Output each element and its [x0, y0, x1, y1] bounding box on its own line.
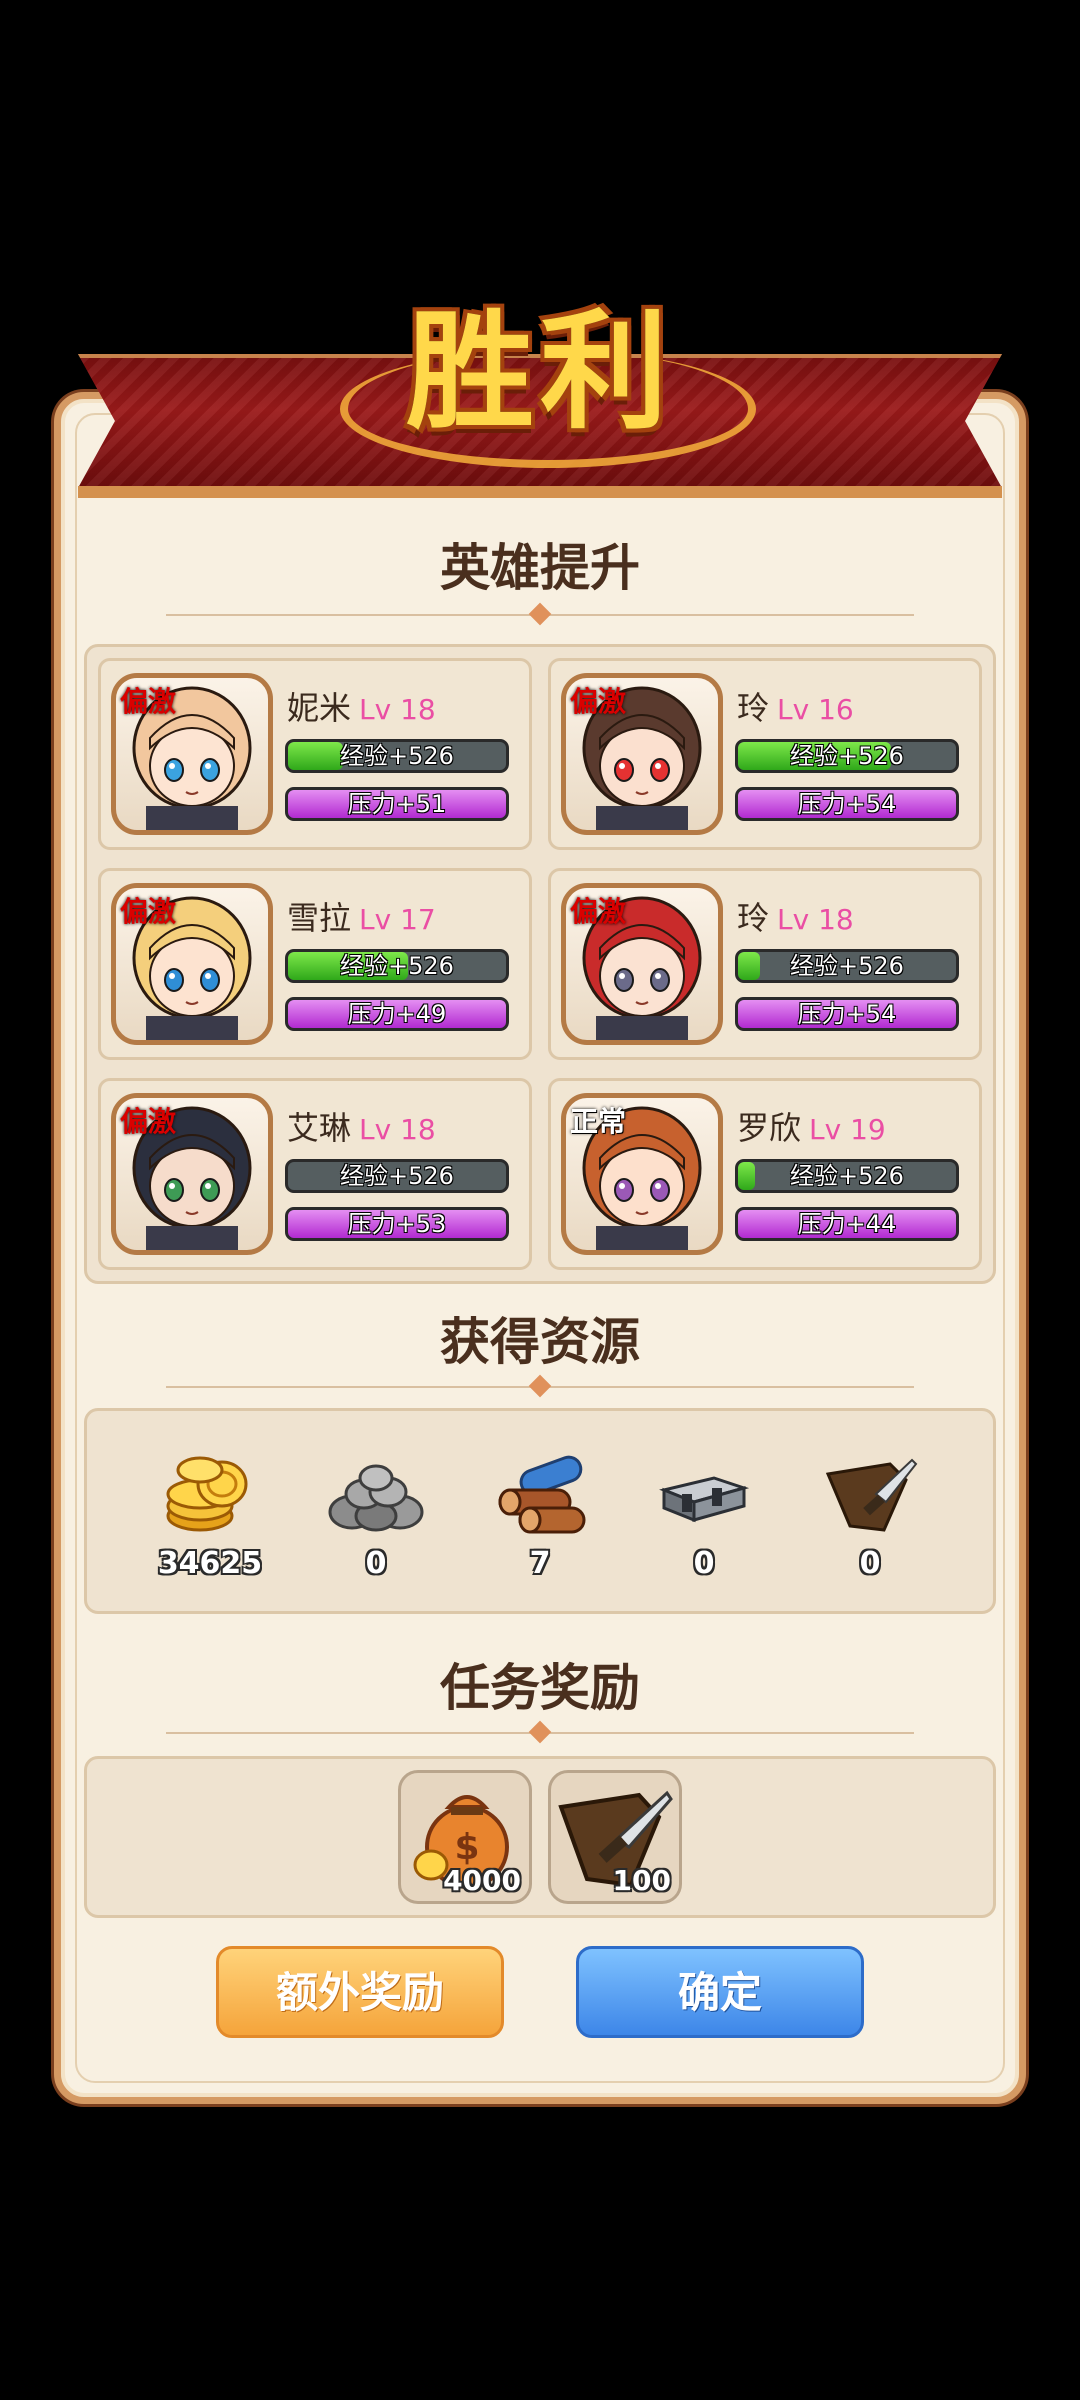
hero-name: 妮米: [287, 689, 352, 727]
quest-reward-money[interactable]: $ 4000: [398, 1770, 532, 1904]
hero-portrait: 正常: [561, 1093, 723, 1255]
hero-name-line: 玲 Lv 18: [737, 893, 854, 939]
pressure-text: 压力+54: [797, 1000, 897, 1028]
exp-text: 经验+526: [340, 1162, 454, 1190]
section-title-heroes: 英雄提升: [440, 539, 640, 597]
hero-level: Lv 18: [359, 1113, 436, 1146]
temperament-tag: 偏激: [120, 685, 177, 718]
hero-level: Lv 16: [777, 693, 854, 726]
pressure-text: 压力+49: [347, 1000, 447, 1028]
exp-text: 经验+526: [790, 1162, 904, 1190]
resource-gold: 34625: [140, 1450, 280, 1581]
exp-bar: 经验+526: [735, 739, 959, 773]
pressure-text: 压力+53: [347, 1210, 447, 1238]
resource-wood: 7: [470, 1450, 610, 1581]
pressure-text: 压力+44: [797, 1210, 897, 1238]
pressure-bar: 压力+54: [735, 787, 959, 821]
hero-level: Lv 18: [359, 693, 436, 726]
confirm-button[interactable]: 确定: [576, 1946, 864, 2038]
resource-stone: 0: [306, 1450, 446, 1581]
exp-text: 经验+526: [340, 742, 454, 770]
hero-level: Lv 19: [809, 1113, 886, 1146]
resource-value: 0: [693, 1546, 715, 1581]
exp-bar: 经验+526: [285, 1159, 509, 1193]
reward-value: 4000: [443, 1864, 521, 1897]
wood-logs-icon: [490, 1450, 590, 1540]
hero-level: Lv 17: [359, 903, 436, 936]
hero-card[interactable]: 偏激 玲 Lv 16 经验+526 压力+54: [548, 658, 982, 850]
temperament-tag: 正常: [570, 1105, 627, 1138]
hero-portrait: 偏激: [111, 673, 273, 835]
exp-bar: 经验+526: [735, 949, 959, 983]
section-title-resources: 获得资源: [440, 1313, 640, 1371]
hero-name: 玲: [737, 899, 770, 937]
hero-portrait: 偏激: [111, 883, 273, 1045]
quest-reward-leather[interactable]: 100: [548, 1770, 682, 1904]
quest-box: [84, 1756, 996, 1918]
hero-card[interactable]: 偏激 艾琳 Lv 18 经验+526 压力+53: [98, 1078, 532, 1270]
exp-text: 经验+526: [790, 952, 904, 980]
pressure-bar: 压力+54: [735, 997, 959, 1031]
pressure-bar: 压力+44: [735, 1207, 959, 1241]
pressure-text: 压力+54: [797, 790, 897, 818]
exp-bar: 经验+526: [285, 739, 509, 773]
hero-card[interactable]: 偏激 妮米 Lv 18 经验+526 压力+51: [98, 658, 532, 850]
hero-name-line: 罗欣 Lv 19: [737, 1103, 886, 1149]
hero-name: 玲: [737, 689, 770, 727]
hero-portrait: 偏激: [561, 673, 723, 835]
reward-value: 100: [612, 1864, 671, 1897]
hero-name: 罗欣: [737, 1109, 802, 1147]
temperament-tag: 偏激: [120, 1105, 177, 1138]
resource-value: 0: [859, 1546, 881, 1581]
leather-knife-icon: [820, 1450, 920, 1540]
hero-name-line: 妮米 Lv 18: [287, 683, 436, 729]
pressure-bar: 压力+53: [285, 1207, 509, 1241]
hero-portrait: 偏激: [111, 1093, 273, 1255]
hero-name-line: 艾琳 Lv 18: [287, 1103, 436, 1149]
hero-name: 艾琳: [287, 1109, 352, 1147]
resource-leather: 0: [800, 1450, 940, 1581]
resource-value: 34625: [157, 1546, 263, 1581]
exp-bar: 经验+526: [285, 949, 509, 983]
hero-name-line: 雪拉 Lv 17: [287, 893, 436, 939]
victory-title: 胜利: [405, 297, 674, 447]
resource-iron: 0: [634, 1450, 774, 1581]
extra-reward-button[interactable]: 额外奖励: [216, 1946, 504, 2038]
stone-pile-icon: [326, 1450, 426, 1540]
svg-text:$: $: [454, 1827, 479, 1868]
exp-bar: 经验+526: [735, 1159, 959, 1193]
temperament-tag: 偏激: [570, 895, 627, 928]
temperament-tag: 偏激: [570, 685, 627, 718]
gold-coins-icon: [160, 1450, 260, 1540]
pressure-bar: 压力+51: [285, 787, 509, 821]
section-title-quest: 任务奖励: [440, 1659, 640, 1717]
exp-text: 经验+526: [340, 952, 454, 980]
temperament-tag: 偏激: [120, 895, 177, 928]
hero-card[interactable]: 偏激 雪拉 Lv 17 经验+526 压力+49: [98, 868, 532, 1060]
iron-ingot-icon: [654, 1450, 754, 1540]
hero-card[interactable]: 偏激 玲 Lv 18 经验+526 压力+54: [548, 868, 982, 1060]
pressure-text: 压力+51: [347, 790, 447, 818]
hero-name: 雪拉: [287, 899, 352, 937]
hero-card[interactable]: 正常 罗欣 Lv 19 经验+526 压力+44: [548, 1078, 982, 1270]
hero-name-line: 玲 Lv 16: [737, 683, 854, 729]
hero-level: Lv 18: [777, 903, 854, 936]
hero-portrait: 偏激: [561, 883, 723, 1045]
exp-text: 经验+526: [790, 742, 904, 770]
resource-value: 0: [365, 1546, 387, 1581]
resource-value: 7: [529, 1546, 551, 1581]
pressure-bar: 压力+49: [285, 997, 509, 1031]
